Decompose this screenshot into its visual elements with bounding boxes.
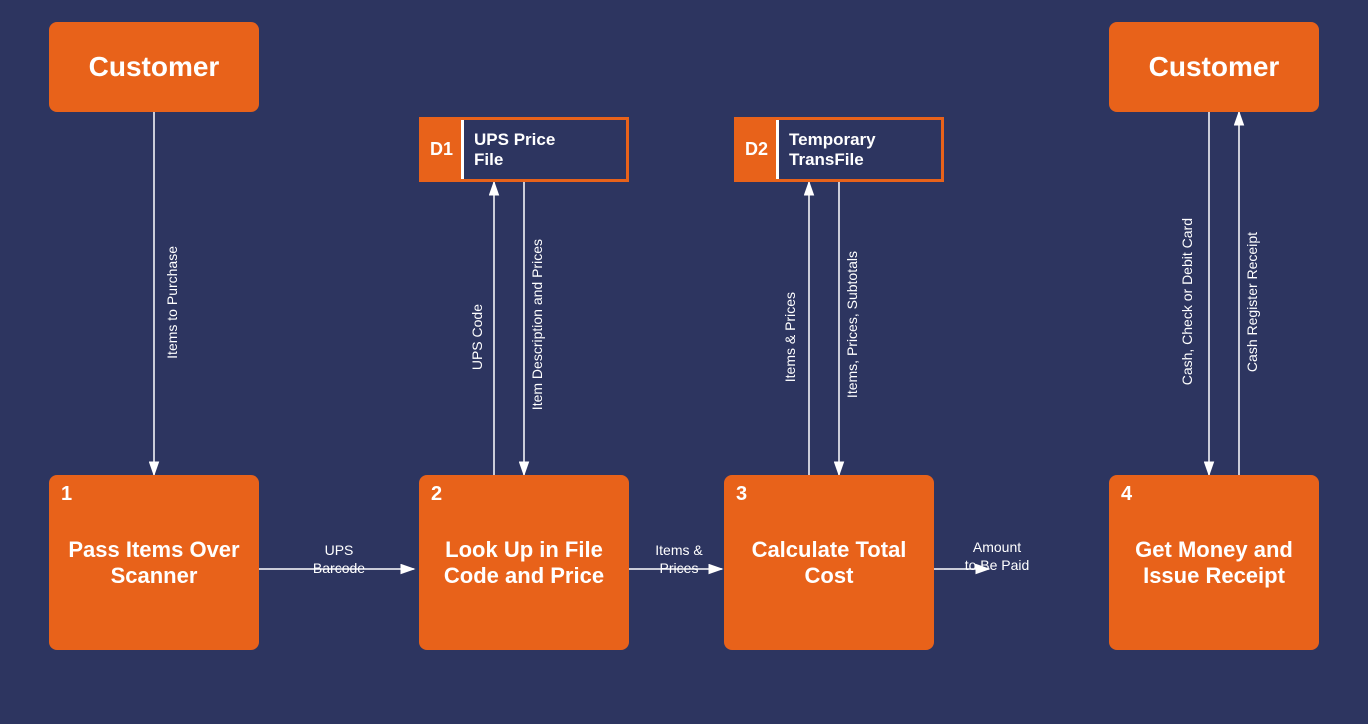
datastore-d1-wrapper: D1 UPS Price File [419, 117, 629, 182]
diagram-container: Customer Customer D1 UPS Price File [0, 0, 1368, 724]
items-prices-up-text: Items & Prices [782, 292, 798, 382]
label-items-prices-horiz: Items & Prices [639, 542, 719, 578]
full-diagram: Customer Customer D1 UPS Price File [24, 12, 1344, 712]
cash-register-receipt-text: Cash Register Receipt [1244, 232, 1260, 372]
process-1: 1 Pass Items Over Scanner [49, 475, 259, 650]
actor-left-label: Customer [89, 51, 220, 83]
datastore-d2-wrapper: D2 Temporary TransFile [734, 117, 944, 182]
item-desc-text: Item Description and Prices [529, 239, 545, 410]
process-box-3: 3 Calculate Total Cost [724, 475, 934, 650]
label-cash-register-receipt: Cash Register Receipt [1244, 142, 1260, 462]
items-prices-horiz-text: Items & Prices [655, 542, 702, 576]
process-label-1: Pass Items Over Scanner [68, 537, 239, 589]
cash-check-text: Cash, Check or Debit Card [1179, 218, 1195, 385]
datastore-d1-id: D1 [422, 120, 464, 179]
amount-paid-text: Amount to Be Paid [965, 539, 1030, 573]
label-ups-code: UPS Code [469, 212, 485, 462]
label-items-to-purchase: Items to Purchase [164, 152, 180, 452]
process-number-4: 4 [1121, 483, 1132, 506]
label-item-desc: Item Description and Prices [529, 187, 545, 462]
ups-code-text: UPS Code [469, 304, 485, 370]
datastore-d2-name: Temporary TransFile [779, 120, 941, 179]
label-ups-barcode: UPS Barcode [264, 542, 414, 578]
actor-box-left: Customer [49, 22, 259, 112]
items-prices-subtotals-text: Items, Prices, Subtotals [844, 251, 860, 398]
actor-box-right: Customer [1109, 22, 1319, 112]
label-items-prices-subtotals: Items, Prices, Subtotals [844, 187, 860, 462]
process-number-2: 2 [431, 483, 442, 506]
process-4: 4 Get Money and Issue Receipt [1109, 475, 1319, 650]
datastore-d2: D2 Temporary TransFile [734, 117, 944, 182]
datastore-d1-name: UPS Price File [464, 120, 626, 179]
process-box-1: 1 Pass Items Over Scanner [49, 475, 259, 650]
datastore-d1: D1 UPS Price File [419, 117, 629, 182]
process-3: 3 Calculate Total Cost [724, 475, 934, 650]
items-to-purchase-text: Items to Purchase [164, 246, 180, 359]
datastore-d2-id: D2 [737, 120, 779, 179]
label-amount-paid: Amount to Be Paid [942, 539, 1052, 575]
process-number-1: 1 [61, 483, 72, 506]
actor-customer-left: Customer [49, 22, 259, 112]
process-2: 2 Look Up in File Code and Price [419, 475, 629, 650]
process-label-3: Calculate Total Cost [752, 537, 907, 589]
label-items-prices-up: Items & Prices [782, 212, 798, 462]
process-box-4: 4 Get Money and Issue Receipt [1109, 475, 1319, 650]
actor-customer-right: Customer [1109, 22, 1319, 112]
process-label-2: Look Up in File Code and Price [444, 537, 604, 589]
process-box-2: 2 Look Up in File Code and Price [419, 475, 629, 650]
process-number-3: 3 [736, 483, 747, 506]
ups-barcode-text: UPS Barcode [313, 542, 365, 576]
actor-right-label: Customer [1149, 51, 1280, 83]
process-label-4: Get Money and Issue Receipt [1135, 537, 1293, 589]
label-cash-check: Cash, Check or Debit Card [1179, 142, 1195, 462]
